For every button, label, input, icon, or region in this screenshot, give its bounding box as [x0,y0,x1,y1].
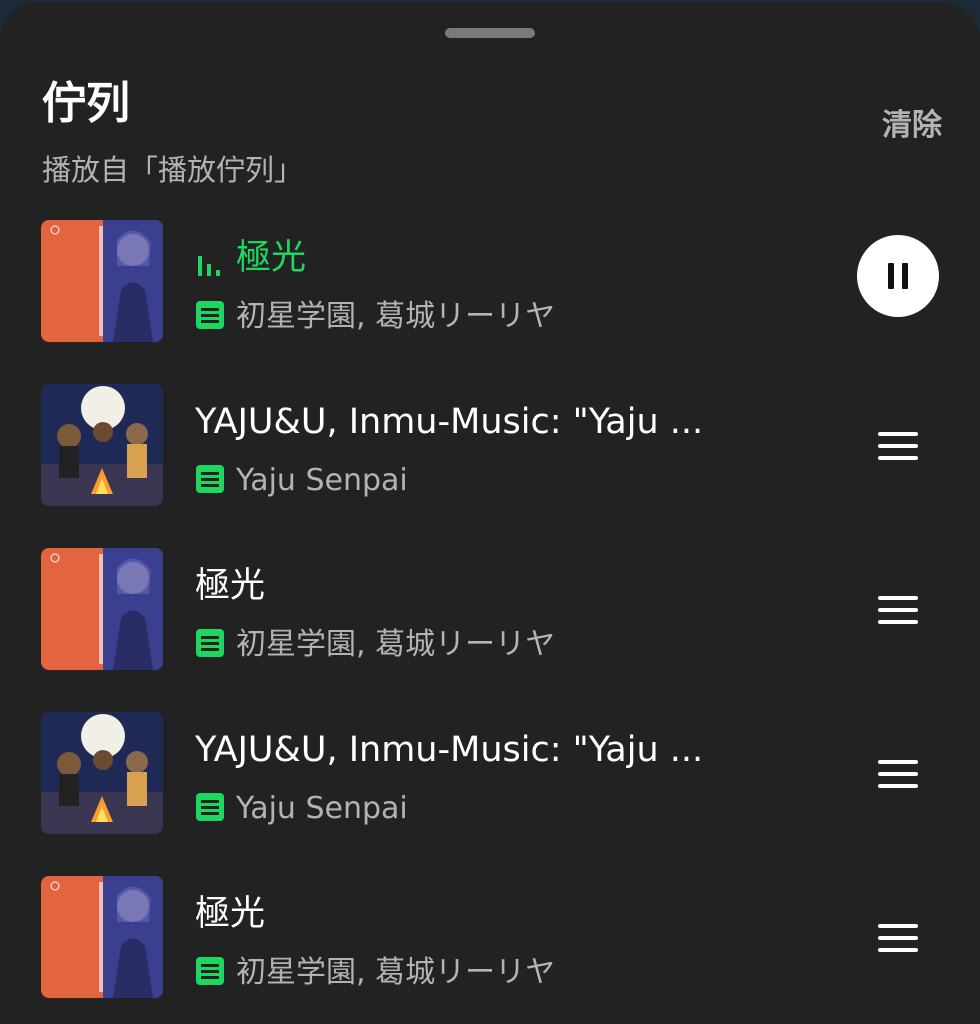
drag-handle-icon[interactable] [878,760,918,788]
now-playing-equalizer-icon [198,256,220,276]
album-cover [41,548,163,670]
album-cover [41,712,163,834]
clear-button[interactable]: 清除 [882,106,942,146]
queue-sheet: 佇列 播放自「播放佇列」 清除 極光 初星学園, 葛城リーリヤ YAJU&U, … [0,2,980,1024]
album-cover [41,220,163,342]
drag-handle-icon[interactable] [878,924,918,952]
artist-name: 初星学園, 葛城リーリヤ [236,955,556,990]
album-cover [41,384,163,506]
playing-from-label: 播放自「播放佇列」 [42,153,304,187]
artist-name: 初星学園, 葛城リーリヤ [236,299,556,334]
lyrics-icon [196,629,224,657]
pause-button[interactable] [857,235,939,317]
sheet-drag-handle[interactable] [445,28,535,38]
lyrics-icon [196,301,224,329]
queue-item[interactable]: 極光 初星学園, 葛城リーリヤ [0,876,980,1024]
queue-item[interactable]: YAJU&U, Inmu-Music: "Yaju ... Yaju Senpa… [0,384,980,547]
page-title: 佇列 [42,78,130,129]
lyrics-icon [196,465,224,493]
artist-name: Yaju Senpai [236,463,408,498]
song-title: 極光 [195,894,266,934]
pause-icon [888,263,894,289]
queue-item[interactable]: 極光 初星学園, 葛城リーリヤ [0,220,980,383]
queue-item[interactable]: YAJU&U, Inmu-Music: "Yaju ... Yaju Senpa… [0,712,980,875]
drag-handle-icon[interactable] [878,596,918,624]
queue-item[interactable]: 極光 初星学園, 葛城リーリヤ [0,548,980,711]
lyrics-icon [196,957,224,985]
song-title: 極光 [195,566,266,606]
artist-name: 初星学園, 葛城リーリヤ [236,627,556,662]
artist-name: Yaju Senpai [236,791,408,826]
song-title: YAJU&U, Inmu-Music: "Yaju ... [195,402,704,442]
drag-handle-icon[interactable] [878,432,918,460]
lyrics-icon [196,793,224,821]
song-title: YAJU&U, Inmu-Music: "Yaju ... [195,730,704,770]
song-title: 極光 [236,238,307,278]
album-cover [41,876,163,998]
